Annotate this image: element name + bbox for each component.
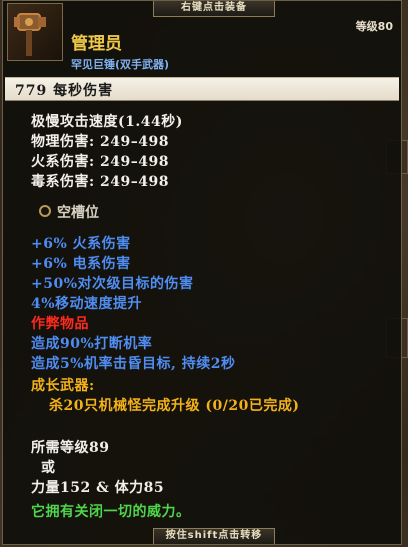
shift-click-transfer-hint: 按住shift点击转移 — [153, 528, 275, 544]
dps-value: 779 每秒伤害 — [15, 83, 114, 99]
attack-speed-stat: 极慢攻击速度(1.44秒) — [31, 114, 183, 130]
item-tooltip: 右键点击装备 管理员 罕见巨锤(双手武器) 等级80 779 每秒伤害 极慢攻击… — [2, 0, 402, 545]
hammer-icon — [7, 3, 63, 61]
affix-lightning: +6% 电系伤害 — [31, 256, 131, 272]
fire-damage-stat: 火系伤害: 249–498 — [31, 154, 169, 170]
empty-socket-label: 空槽位 — [57, 205, 99, 221]
level-label: 等级80 — [355, 20, 393, 33]
required-level: 所需等级89 — [31, 440, 110, 456]
item-type: 罕见巨锤(双手武器) — [71, 58, 170, 71]
dps-bar: 779 每秒伤害 — [5, 77, 399, 101]
growth-description: 杀20只机械怪完成升级 (0/20已完成) — [49, 398, 300, 414]
right-click-equip-hint: 右键点击装备 — [153, 1, 275, 17]
growth-title: 成长武器: — [31, 378, 95, 394]
poison-damage-stat: 毒系伤害: 249–498 — [31, 174, 169, 190]
physical-damage-stat: 物理伤害: 249–498 — [31, 134, 169, 150]
affix-move-speed: 4%移动速度提升 — [31, 296, 143, 312]
effect-interrupt: 造成90%打断机率 — [31, 336, 153, 352]
affix-fire: +6% 火系伤害 — [31, 236, 131, 252]
flavor-text: 它拥有关闭一切的威力。 — [31, 504, 191, 520]
requirement-or: 或 — [41, 460, 56, 476]
required-attributes: 力量152 & 体力85 — [31, 480, 165, 496]
item-name: 管理员 — [71, 34, 122, 54]
cursed-label: 作弊物品 — [31, 316, 89, 332]
effect-stun: 造成5%机率击昏目标, 持续2秒 — [31, 356, 236, 372]
socket-ring-icon — [39, 205, 51, 217]
affix-secondary-target: +50%对次级目标的伤害 — [31, 276, 194, 292]
